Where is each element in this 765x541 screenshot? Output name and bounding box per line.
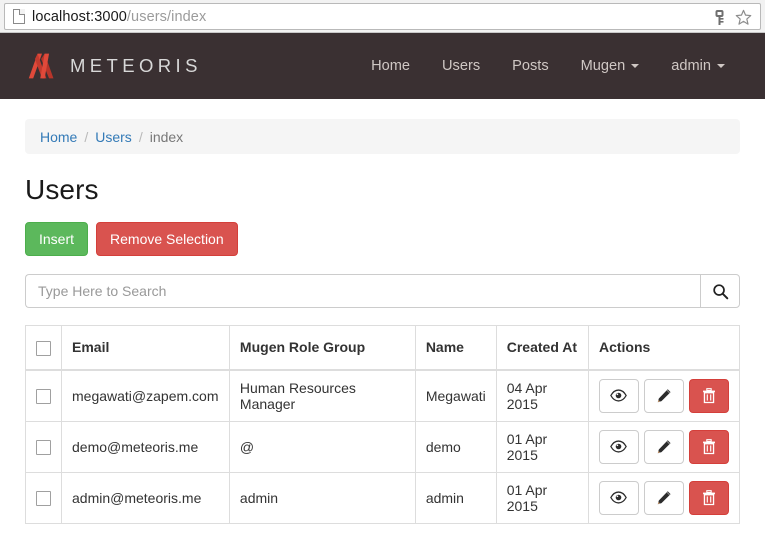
edit-button[interactable]	[643, 480, 684, 515]
pencil-icon	[657, 388, 671, 402]
row-checkbox[interactable]	[36, 439, 51, 455]
nav-item-home-label: Home	[371, 58, 411, 74]
remove-selection-button[interactable]: Remove Selection	[96, 222, 238, 256]
cell-actions	[587, 471, 741, 524]
nav-item-posts-label: Posts	[512, 58, 549, 74]
nav-item-users-label: Users	[442, 58, 481, 74]
cell-email: demo@meteoris.me	[61, 420, 230, 473]
page-icon	[13, 9, 25, 24]
header-email: Email	[61, 325, 230, 371]
row-action-group	[598, 480, 729, 515]
trash-icon	[703, 438, 715, 454]
nav-item-admin[interactable]: admin	[655, 33, 741, 99]
insert-button[interactable]: Insert	[25, 222, 89, 256]
cell-role-group: admin	[228, 471, 416, 524]
row-select-cell	[25, 369, 62, 422]
users-table-head: Email Mugen Role Group Name Created At A…	[25, 325, 741, 371]
cell-role-group: Human Resources Manager	[228, 369, 416, 422]
address-bar[interactable]: localhost:3000/users/index	[4, 3, 761, 30]
brand-name: METEORIS	[70, 55, 202, 76]
cell-created-at: 01 Apr 2015	[495, 420, 589, 473]
row-checkbox[interactable]	[36, 388, 51, 404]
search-input[interactable]	[25, 274, 700, 308]
breadcrumb-separator: /	[84, 128, 89, 145]
select-all-checkbox[interactable]	[36, 340, 51, 356]
pencil-icon	[657, 490, 671, 504]
breadcrumb-item-users[interactable]: Users	[95, 129, 132, 145]
header-actions: Actions	[587, 325, 741, 371]
cell-email: megawati@zapem.com	[61, 369, 230, 422]
search-bar	[25, 274, 740, 308]
cell-created-at: 04 Apr 2015	[495, 369, 589, 422]
row-select-cell	[25, 471, 62, 524]
trash-icon	[703, 387, 715, 403]
page-container: Home / Users / index Users Insert Remove…	[0, 99, 765, 524]
cell-name: Megawati	[414, 369, 497, 422]
header-created-at: Created At	[495, 325, 589, 371]
nav-item-users[interactable]: Users	[426, 33, 496, 99]
users-table-body: megawati@zapem.com Human Resources Manag…	[25, 369, 741, 524]
main-navbar: METEORIS Home Users Posts Mugen admin	[0, 33, 765, 99]
header-select-all	[25, 325, 62, 371]
table-header-row: Email Mugen Role Group Name Created At A…	[25, 325, 741, 371]
address-bar-host: localhost:3000	[32, 8, 127, 25]
navbar-links: Home Users Posts Mugen admin	[355, 33, 741, 99]
page-title: Users	[25, 174, 99, 205]
breadcrumb: Home / Users / index	[25, 119, 740, 154]
delete-button[interactable]	[688, 480, 729, 515]
nav-item-mugen[interactable]: Mugen	[565, 33, 656, 99]
delete-button[interactable]	[688, 378, 729, 413]
breadcrumb-item-home[interactable]: Home	[40, 129, 77, 145]
table-row: demo@meteoris.me @ demo 01 Apr 2015	[25, 420, 741, 473]
cell-email: admin@meteoris.me	[61, 471, 230, 524]
table-row: admin@meteoris.me admin admin 01 Apr 201…	[25, 471, 741, 524]
row-action-group	[598, 429, 729, 464]
key-icon[interactable]	[713, 9, 726, 26]
nav-item-mugen-label: Mugen	[580, 58, 626, 74]
cell-name: demo	[414, 420, 497, 473]
cell-role-group: @	[228, 420, 416, 473]
action-toolbar: Insert Remove Selection	[25, 222, 740, 256]
row-action-group	[598, 378, 729, 413]
search-button[interactable]	[700, 274, 740, 308]
row-checkbox[interactable]	[36, 490, 51, 506]
chevron-down-icon	[631, 64, 640, 68]
eye-icon	[610, 491, 628, 504]
address-bar-path: /users/index	[126, 8, 207, 25]
breadcrumb-item-index: index	[149, 128, 184, 145]
nav-item-admin-label: admin	[671, 58, 711, 74]
edit-button[interactable]	[643, 429, 684, 464]
cell-name: admin	[414, 471, 497, 524]
delete-button[interactable]	[688, 429, 729, 464]
pencil-icon	[657, 439, 671, 453]
cell-actions	[587, 369, 741, 422]
eye-icon	[610, 389, 628, 402]
nav-item-home[interactable]: Home	[355, 33, 426, 99]
eye-icon	[610, 440, 628, 453]
users-table: Email Mugen Role Group Name Created At A…	[25, 325, 741, 524]
view-button[interactable]	[598, 480, 639, 515]
cell-created-at: 01 Apr 2015	[495, 471, 589, 524]
header-mugen-role-group: Mugen Role Group	[228, 325, 416, 371]
chevron-down-icon	[717, 64, 725, 68]
view-button[interactable]	[598, 429, 639, 464]
view-button[interactable]	[598, 378, 639, 413]
brand-logo-link[interactable]: METEORIS	[27, 52, 202, 80]
search-icon	[712, 283, 728, 299]
star-icon[interactable]	[735, 9, 752, 26]
meteoris-m-logo-icon	[28, 53, 54, 79]
breadcrumb-separator: /	[138, 128, 143, 145]
cell-actions	[587, 420, 741, 473]
edit-button[interactable]	[643, 378, 684, 413]
header-name: Name	[414, 325, 497, 371]
trash-icon	[703, 489, 715, 505]
browser-toolbar: localhost:3000/users/index	[0, 0, 765, 33]
nav-item-posts[interactable]: Posts	[496, 33, 565, 99]
address-bar-url: localhost:3000/users/index	[32, 9, 206, 25]
table-row: megawati@zapem.com Human Resources Manag…	[25, 369, 741, 422]
row-select-cell	[25, 420, 62, 473]
